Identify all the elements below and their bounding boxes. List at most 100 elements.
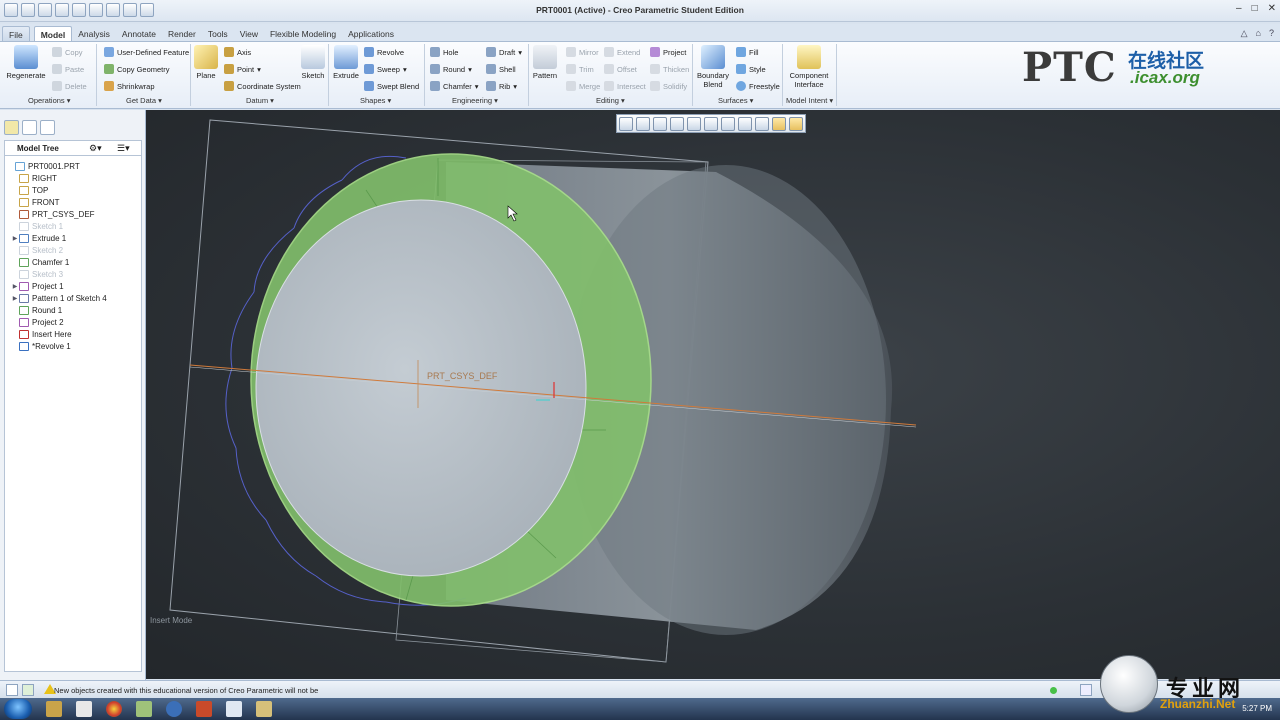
fill-button[interactable]: Fill <box>736 47 759 57</box>
offset-button[interactable]: Offset <box>604 64 637 74</box>
tree-item[interactable]: Project 2 <box>11 316 64 328</box>
group-engineering[interactable]: Engineering ▾ <box>452 96 498 105</box>
project-button[interactable]: Project <box>650 47 686 57</box>
favorites-tab-icon[interactable] <box>40 120 55 135</box>
paste-button[interactable]: Paste <box>52 64 84 74</box>
help-icon[interactable]: ? <box>1269 28 1274 39</box>
graphics-window[interactable]: PRT_CSYS_DEF Insert Mode <box>146 110 1280 679</box>
inner-circular-face[interactable] <box>255 199 587 577</box>
style-button[interactable]: Style <box>736 64 766 74</box>
zoom-out-icon[interactable] <box>653 116 667 131</box>
pattern-button[interactable]: Pattern <box>532 45 558 80</box>
coordinate-system-button[interactable]: Coordinate System <box>224 81 301 91</box>
minimize-ribbon-icon[interactable]: △ <box>1241 28 1248 39</box>
close-icon[interactable]: ✕ <box>1268 3 1276 14</box>
plane-button[interactable]: Plane <box>194 45 218 80</box>
help-search-icon[interactable]: ⌂ <box>1256 28 1261 39</box>
group-datum[interactable]: Datum ▾ <box>246 96 274 105</box>
swept-blend-button[interactable]: Swept Blend <box>364 81 419 91</box>
display-style-icon[interactable] <box>687 116 701 131</box>
tree-item[interactable]: FRONT <box>11 196 60 208</box>
taskbar-app-icon[interactable] <box>196 701 212 717</box>
group-surfaces[interactable]: Surfaces ▾ <box>718 96 753 105</box>
chrome-taskbar-icon[interactable] <box>106 701 122 717</box>
copy-geometry-button[interactable]: Copy Geometry <box>104 64 170 74</box>
tree-item[interactable]: Sketch 1 <box>11 220 63 232</box>
group-operations[interactable]: Operations ▾ <box>28 96 71 105</box>
thicken-button[interactable]: Thicken <box>650 64 689 74</box>
freestyle-button[interactable]: Freestyle <box>736 81 780 91</box>
datum-display-icon[interactable] <box>755 116 769 131</box>
annotation-display-icon[interactable] <box>772 116 786 131</box>
tree-item[interactable]: RIGHT <box>11 172 57 184</box>
start-button[interactable] <box>4 699 32 719</box>
group-get-data[interactable]: Get Data ▾ <box>126 96 162 105</box>
hole-button[interactable]: Hole <box>430 47 458 57</box>
sweep-button[interactable]: Sweep ▾ <box>364 64 407 74</box>
expand-arrow-icon[interactable]: ▶ <box>11 235 19 242</box>
sketch-button[interactable]: Sketch <box>300 45 326 80</box>
component-interface-button[interactable]: Component Interface <box>788 45 830 89</box>
tree-item[interactable]: PRT_CSYS_DEF <box>11 208 95 220</box>
copy-button[interactable]: Copy <box>52 47 83 57</box>
model-tree-tab-icon[interactable] <box>4 120 19 135</box>
maximize-icon[interactable]: □ <box>1252 3 1258 14</box>
tree-item[interactable]: *Revolve 1 <box>11 340 71 352</box>
regenerate-button[interactable]: Regenerate <box>6 45 46 80</box>
tree-item[interactable]: Round 1 <box>11 304 62 316</box>
delete-button[interactable]: Delete <box>52 81 87 91</box>
chamfer-button[interactable]: Chamfer ▾ <box>430 81 479 91</box>
taskbar-app-icon[interactable] <box>76 701 92 717</box>
tree-item[interactable]: TOP <box>11 184 48 196</box>
folder-browser-tab-icon[interactable] <box>22 120 37 135</box>
folder-taskbar-icon[interactable] <box>256 701 272 717</box>
solidify-button[interactable]: Solidify <box>650 81 687 91</box>
expand-arrow-icon[interactable]: ▶ <box>11 283 19 290</box>
tree-item[interactable]: Insert Here <box>11 328 72 340</box>
zoom-in-icon[interactable] <box>636 116 650 131</box>
tree-item[interactable]: Chamfer 1 <box>11 256 69 268</box>
extend-button[interactable]: Extend <box>604 47 640 57</box>
trim-button[interactable]: Trim <box>566 64 594 74</box>
extrude-button[interactable]: Extrude <box>332 45 360 80</box>
selection-filter-icon[interactable] <box>1080 684 1092 696</box>
rib-button[interactable]: Rib ▾ <box>486 81 517 91</box>
revolve-button[interactable]: Revolve <box>364 47 404 57</box>
group-shapes[interactable]: Shapes ▾ <box>360 96 391 105</box>
tree-item[interactable]: ▶ Project 1 <box>11 280 64 292</box>
tree-item[interactable]: Sketch 3 <box>11 268 63 280</box>
intersect-button[interactable]: Intersect <box>604 81 646 91</box>
refit-icon[interactable] <box>619 116 633 131</box>
tree-item[interactable]: ▶ Extrude 1 <box>11 232 66 244</box>
view-manager-icon[interactable] <box>721 116 735 131</box>
boundary-blend-button[interactable]: Boundary Blend <box>696 45 730 89</box>
shell-button[interactable]: Shell <box>486 64 516 74</box>
shrinkwrap-button[interactable]: Shrinkwrap <box>104 81 155 91</box>
navigator-toggle-icon[interactable] <box>6 684 18 696</box>
expand-arrow-icon[interactable]: ▶ <box>11 295 19 302</box>
axis-button[interactable]: Axis <box>224 47 251 57</box>
taskbar-app-icon[interactable] <box>226 701 242 717</box>
explorer-taskbar-icon[interactable] <box>46 701 62 717</box>
tree-item[interactable]: ▶ Pattern 1 of Sketch 4 <box>11 292 107 304</box>
mirror-button[interactable]: Mirror <box>566 47 599 57</box>
repaint-icon[interactable] <box>670 116 684 131</box>
group-editing[interactable]: Editing ▾ <box>596 96 625 105</box>
merge-button[interactable]: Merge <box>566 81 600 91</box>
creo-taskbar-icon[interactable] <box>136 701 152 717</box>
draft-button[interactable]: Draft ▾ <box>486 47 522 57</box>
udf-button[interactable]: User-Defined Feature <box>104 47 189 57</box>
tree-filter-icon[interactable]: ⚙▾ <box>89 143 102 154</box>
browser-toggle-icon[interactable] <box>22 684 34 696</box>
minimize-icon[interactable]: – <box>1236 3 1242 14</box>
saved-orientations-icon[interactable] <box>704 116 718 131</box>
tree-item[interactable]: Sketch 2 <box>11 244 63 256</box>
taskbar-app-icon[interactable] <box>166 701 182 717</box>
point-button[interactable]: Point ▾ <box>224 64 261 74</box>
spin-center-icon[interactable] <box>789 116 803 131</box>
perspective-icon[interactable] <box>738 116 752 131</box>
tree-columns-icon[interactable]: ☰▾ <box>117 143 130 154</box>
tree-item[interactable]: PRT0001.PRT <box>7 160 80 172</box>
round-button[interactable]: Round ▾ <box>430 64 472 74</box>
group-model-intent[interactable]: Model Intent ▾ <box>786 96 833 105</box>
